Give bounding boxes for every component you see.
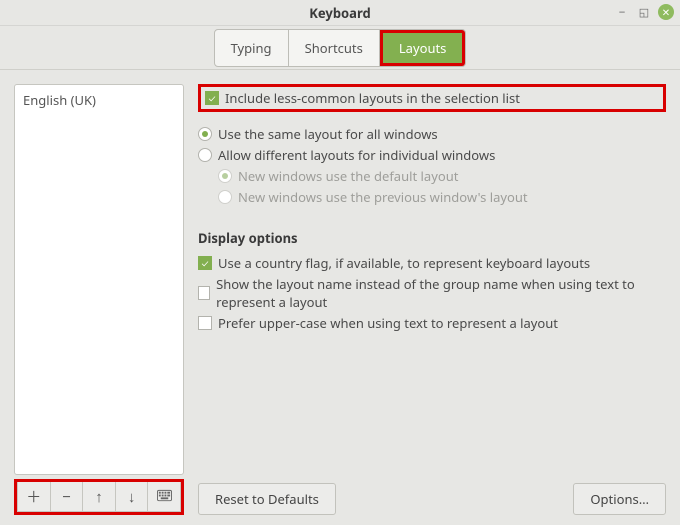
settings-panel: Include less-common layouts in the selec…	[198, 84, 666, 515]
remove-layout-button[interactable]: −	[51, 482, 84, 511]
sidebar-buttons-highlight: ＋ − ↑ ↓	[14, 479, 184, 515]
prefer-upper-row[interactable]: Prefer upper-case when using text to rep…	[198, 314, 666, 332]
tab-layouts[interactable]: Layouts	[383, 33, 463, 63]
show-layout-name-row[interactable]: Show the layout name instead of the grou…	[198, 275, 666, 311]
window-controls: ‒ ◱ ✕	[614, 4, 674, 20]
use-same-layout-row[interactable]: Use the same layout for all windows	[198, 125, 666, 143]
keyboard-icon	[157, 487, 172, 507]
list-item[interactable]: English (UK)	[21, 89, 177, 111]
tab-shortcuts[interactable]: Shortcuts	[289, 30, 380, 66]
move-down-button[interactable]: ↓	[116, 482, 149, 511]
show-layout-name-label: Show the layout name instead of the grou…	[216, 275, 666, 311]
country-flag-checkbox[interactable]	[198, 256, 212, 270]
close-icon[interactable]: ✕	[658, 4, 674, 20]
new-previous-radio	[218, 190, 232, 204]
tabbar: Typing Shortcuts Layouts	[0, 26, 680, 70]
allow-different-radio[interactable]	[198, 148, 212, 162]
window-title: Keyboard	[309, 4, 370, 22]
tabs: Typing Shortcuts Layouts	[214, 29, 467, 67]
move-up-button[interactable]: ↑	[83, 482, 116, 511]
new-previous-label: New windows use the previous window's la…	[238, 188, 528, 206]
country-flag-label: Use a country flag, if available, to rep…	[218, 254, 590, 272]
new-default-radio	[218, 169, 232, 183]
titlebar: Keyboard ‒ ◱ ✕	[0, 0, 680, 26]
use-same-layout-label: Use the same layout for all windows	[218, 125, 438, 143]
plus-icon: ＋	[26, 486, 41, 507]
new-default-label: New windows use the default layout	[238, 167, 458, 185]
new-default-row: New windows use the default layout	[218, 167, 666, 185]
show-keyboard-button[interactable]	[148, 482, 180, 511]
new-previous-row: New windows use the previous window's la…	[218, 188, 666, 206]
footer: Reset to Defaults Options…	[198, 483, 666, 515]
layout-list[interactable]: English (UK)	[14, 84, 184, 475]
allow-different-label: Allow different layouts for individual w…	[218, 146, 495, 164]
prefer-upper-checkbox[interactable]	[198, 316, 212, 330]
display-options-group: Use a country flag, if available, to rep…	[198, 251, 666, 335]
include-less-common-checkbox[interactable]	[205, 91, 219, 105]
minimize-icon[interactable]: ‒	[614, 4, 630, 20]
arrow-down-icon: ↓	[128, 487, 136, 507]
keyboard-window: Keyboard ‒ ◱ ✕ Typing Shortcuts Layouts …	[0, 0, 680, 525]
reset-defaults-button[interactable]: Reset to Defaults	[198, 483, 336, 515]
layout-sidebar: English (UK) ＋ − ↑ ↓	[14, 84, 184, 515]
add-layout-button[interactable]: ＋	[18, 482, 51, 511]
content-area: English (UK) ＋ − ↑ ↓ I	[0, 70, 680, 525]
display-options-heading: Display options	[198, 229, 666, 247]
tab-typing[interactable]: Typing	[215, 30, 289, 66]
arrow-up-icon: ↑	[95, 487, 103, 507]
use-same-layout-radio[interactable]	[198, 127, 212, 141]
maximize-icon[interactable]: ◱	[636, 4, 652, 20]
active-tab-highlight: Layouts	[380, 30, 466, 66]
window-layout-group: Use the same layout for all windows Allo…	[198, 122, 666, 209]
country-flag-row[interactable]: Use a country flag, if available, to rep…	[198, 254, 666, 272]
prefer-upper-label: Prefer upper-case when using text to rep…	[218, 314, 558, 332]
options-button[interactable]: Options…	[573, 483, 666, 515]
allow-different-row[interactable]: Allow different layouts for individual w…	[198, 146, 666, 164]
include-less-common-highlight: Include less-common layouts in the selec…	[198, 84, 666, 112]
sidebar-buttons: ＋ − ↑ ↓	[17, 482, 181, 512]
minus-icon: −	[62, 487, 71, 507]
include-less-common-label: Include less-common layouts in the selec…	[225, 89, 520, 107]
show-layout-name-checkbox[interactable]	[198, 286, 210, 300]
